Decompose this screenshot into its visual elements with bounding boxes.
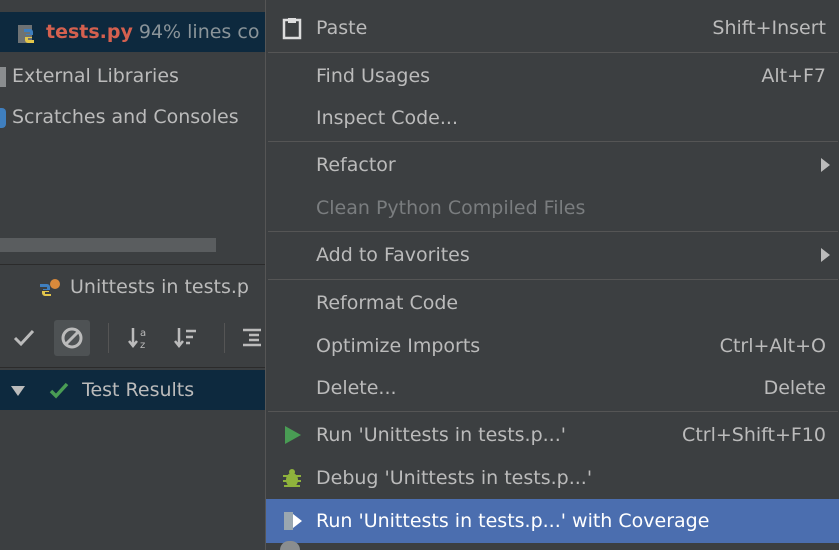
menu-item-label: Delete... <box>316 377 397 399</box>
project-tree: tests.py 94% lines co External Libraries … <box>0 0 265 260</box>
toolbar-separator <box>108 323 109 353</box>
menu-item-add-to-favorites[interactable]: Add to Favorites <box>266 233 839 277</box>
check-icon <box>13 329 35 347</box>
sort-duration-icon <box>174 328 196 349</box>
collapse-arrow-icon[interactable] <box>8 381 28 401</box>
submenu-arrow-icon <box>821 248 830 262</box>
menu-separator <box>268 231 838 232</box>
sort-alphabetically-button[interactable]: az <box>122 320 158 356</box>
menu-item-clean-compiled: Clean Python Compiled Files <box>266 186 839 230</box>
run-icon <box>285 426 301 444</box>
sort-by-duration-button[interactable] <box>168 320 204 356</box>
menu-item-shortcut: Delete <box>763 377 826 399</box>
library-icon <box>0 66 6 87</box>
python-file-icon <box>18 24 34 43</box>
run-toolbar: az <box>0 309 265 368</box>
menu-item-shortcut: Shift+Insert <box>712 17 826 39</box>
menu-separator <box>268 411 838 412</box>
menu-item-label: Find Usages <box>316 65 431 87</box>
show-passed-button[interactable] <box>6 320 42 356</box>
submenu-arrow-icon <box>821 158 830 172</box>
menu-item-inspect-code[interactable]: Inspect Code... <box>266 96 839 140</box>
expand-all-icon <box>243 328 261 347</box>
clipboard-icon <box>282 18 302 40</box>
scratches-icon <box>0 107 6 128</box>
context-menu: Paste Shift+Insert Find Usages Alt+F7 In… <box>265 0 839 550</box>
debug-bug-icon <box>283 469 301 487</box>
run-tab-title: Unittests in tests.p <box>70 276 249 298</box>
svg-text:z: z <box>140 340 145 351</box>
tree-item-test-results[interactable]: Test Results <box>0 370 265 410</box>
menu-item-reformat-code[interactable]: Reformat Code <box>266 281 839 325</box>
sort-alpha-icon: az <box>128 328 146 351</box>
menu-separator <box>268 52 838 53</box>
test-results-tree: Test Results <box>0 368 265 550</box>
tree-item-tests-py[interactable]: tests.py 94% lines co <box>0 12 265 52</box>
svg-text:a: a <box>140 328 146 339</box>
tree-item-external-libraries[interactable]: External Libraries <box>0 56 179 96</box>
menu-item-label: Clean Python Compiled Files <box>316 197 586 219</box>
ignored-icon <box>61 327 83 349</box>
menu-item-label: Refactor <box>316 154 396 176</box>
menu-item-label: Run 'Unittests in tests.p...' <box>316 424 566 446</box>
menu-item-label: Add to Favorites <box>316 244 470 266</box>
menu-item-shortcut: Alt+F7 <box>761 65 826 87</box>
passed-check-icon <box>49 382 69 399</box>
toolbar-separator <box>224 323 225 353</box>
horizontal-scrollbar[interactable] <box>0 238 216 252</box>
tree-item-scratches[interactable]: Scratches and Consoles <box>0 97 239 137</box>
menu-item-label: Inspect Code... <box>316 107 458 129</box>
tree-item-label: Scratches and Consoles <box>12 106 239 128</box>
unittest-config-icon <box>40 278 60 296</box>
menu-item-find-usages[interactable]: Find Usages Alt+F7 <box>266 54 839 98</box>
menu-item-delete[interactable]: Delete... Delete <box>266 366 839 410</box>
show-ignored-button[interactable] <box>54 320 90 356</box>
coverage-text: 94% lines co <box>138 21 260 43</box>
menu-item-refactor[interactable]: Refactor <box>266 143 839 187</box>
tree-item-label: External Libraries <box>12 65 179 87</box>
menu-item-label: Optimize Imports <box>316 335 481 357</box>
menu-item-paste[interactable]: Paste Shift+Insert <box>266 6 839 50</box>
menu-item-shortcut: Ctrl+Shift+F10 <box>682 424 826 446</box>
profile-icon <box>280 541 300 550</box>
menu-item-label: Reformat Code <box>316 292 459 314</box>
run-tab[interactable]: Unittests in tests.p <box>0 264 265 310</box>
menu-item-optimize-imports[interactable]: Optimize Imports Ctrl+Alt+O <box>266 324 839 368</box>
test-results-label: Test Results <box>82 379 195 401</box>
file-name: tests.py <box>46 21 133 43</box>
coverage-icon <box>284 512 302 530</box>
menu-separator <box>268 279 838 280</box>
menu-separator <box>268 141 838 142</box>
menu-item-label: Paste <box>316 17 368 39</box>
menu-item-label: Debug 'Unittests in tests.p...' <box>316 467 593 489</box>
menu-item-label: Run 'Unittests in tests.p...' with Cover… <box>316 510 710 532</box>
menu-item-run[interactable]: Run 'Unittests in tests.p...' Ctrl+Shift… <box>266 413 839 457</box>
menu-item-shortcut: Ctrl+Alt+O <box>719 335 826 357</box>
menu-item-run-with-coverage[interactable]: Run 'Unittests in tests.p...' with Cover… <box>266 499 839 543</box>
menu-item-debug[interactable]: Debug 'Unittests in tests.p...' <box>266 456 839 500</box>
